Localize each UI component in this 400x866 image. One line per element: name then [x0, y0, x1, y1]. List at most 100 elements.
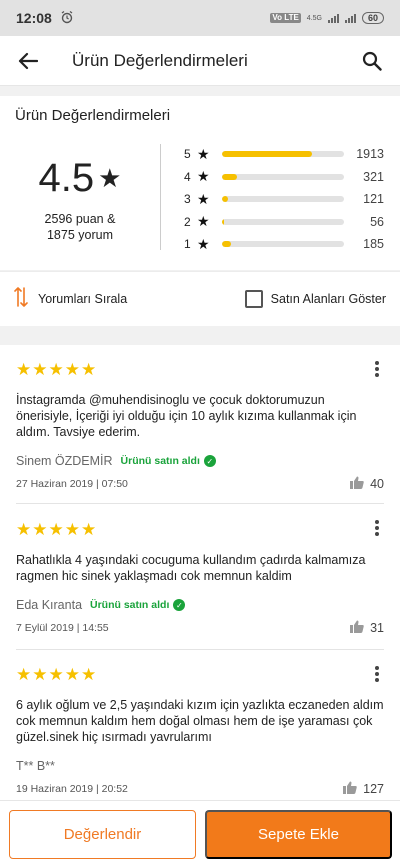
- review-card: ★★★★★ İnstagramda @muhendisinoglu ve çoc…: [16, 345, 384, 504]
- star-icon: ★: [197, 145, 210, 162]
- star-count: 56: [370, 214, 384, 229]
- summary-title: Ürün Değerlendirmeleri: [15, 107, 171, 124]
- filter-label: Satın Alanları Göster: [270, 292, 386, 306]
- star-level: 4: [184, 169, 191, 184]
- distribution-bar: [222, 241, 344, 248]
- review-meta: 7 Eylül 2019 | 14:55 31: [16, 620, 384, 636]
- review-stars: ★★★★★: [16, 360, 98, 379]
- page-title: Ürün Değerlendirmeleri: [72, 50, 248, 70]
- rating-summary: Ürün Değerlendirmeleri 4.5 ★ 2596 puan &…: [0, 96, 400, 270]
- buyers-only-checkbox[interactable]: [244, 290, 263, 308]
- review-meta: 27 Haziran 2019 | 07:50 40: [16, 476, 384, 492]
- review-list: ★★★★★ İnstagramda @muhendisinoglu ve çoc…: [0, 345, 400, 800]
- author-name: T** B**: [16, 759, 55, 773]
- average-block: 4.5 ★ 2596 puan & 1875 yorum: [0, 156, 160, 243]
- review-stars: ★★★★★: [16, 520, 98, 539]
- search-icon[interactable]: [358, 47, 386, 75]
- like-count: 31: [370, 621, 384, 635]
- divider: [160, 144, 161, 250]
- like-count: 127: [363, 782, 384, 796]
- star-count: 321: [363, 169, 384, 184]
- distribution-row: 3 ★ 121: [184, 188, 384, 211]
- distribution-fill: [222, 241, 231, 248]
- review-author: T** B**: [16, 759, 384, 773]
- average-value: 4.5: [38, 156, 95, 200]
- average-score: 4.5 ★: [39, 156, 122, 201]
- verified-label: Ürünü satın aldı: [90, 599, 170, 611]
- author-name: Sinem ÖZDEMİR: [16, 454, 113, 468]
- review-card: ★★★★★ Rahatlıkla 4 yaşındaki cocuguma ku…: [16, 504, 384, 650]
- arrow-left-icon[interactable]: [14, 47, 42, 75]
- review-date: 27 Haziran 2019 | 07:50: [16, 478, 128, 490]
- more-options-icon[interactable]: [370, 664, 384, 684]
- more-options-icon[interactable]: [370, 518, 384, 538]
- star-icon: ★: [197, 190, 210, 207]
- network-type: 4.5G: [306, 14, 322, 22]
- sort-label: Yorumları Sırala: [38, 292, 128, 306]
- buyers-only-filter[interactable]: Satın Alanları Göster: [244, 290, 386, 308]
- distribution-bar: [222, 173, 344, 180]
- review-text: Rahatlıkla 4 yaşındaki cocuguma kullandı…: [16, 553, 366, 583]
- check-circle-icon: ✓: [173, 599, 186, 611]
- star-level: 1: [184, 237, 191, 252]
- review-date: 7 Eylül 2019 | 14:55: [16, 622, 109, 634]
- like-button[interactable]: 127: [343, 781, 384, 797]
- star-count: 121: [363, 192, 384, 207]
- distribution-fill: [222, 151, 313, 158]
- thumbs-up-icon: [343, 781, 357, 797]
- distribution-bar: [222, 151, 344, 158]
- volte-badge: Vo LTE: [270, 13, 301, 23]
- check-circle-icon: ✓: [203, 455, 216, 467]
- star-count: 185: [363, 237, 384, 252]
- rating-distribution: 5 ★ 1913 4 ★ 321 3 ★ 121 2 ★ 56 1 ★ 185: [184, 143, 384, 256]
- battery-icon: 60: [361, 12, 384, 24]
- distribution-row: 5 ★ 1913: [184, 143, 384, 166]
- star-level: 5: [184, 147, 191, 162]
- review-controls: Yorumları Sırala Satın Alanları Göster: [0, 271, 400, 326]
- like-button[interactable]: 40: [350, 476, 384, 492]
- distribution-fill: [222, 196, 229, 203]
- reviews-count: 1875 yorum: [46, 228, 113, 242]
- thumbs-up-icon: [350, 476, 364, 492]
- bottom-action-bar: Değerlendir Sepete Ekle: [0, 800, 400, 866]
- distribution-row: 1 ★ 185: [184, 233, 384, 256]
- app-bar: Ürün Değerlendirmeleri: [0, 36, 400, 86]
- signal-icon: [327, 13, 339, 23]
- review-author: Eda Kıranta Ürünü satın aldı ✓: [16, 598, 384, 612]
- distribution-row: 2 ★ 56: [184, 211, 384, 234]
- star-icon: ★: [197, 168, 210, 185]
- status-time: 12:08: [16, 10, 52, 26]
- star-level: 3: [184, 192, 191, 207]
- star-count: 1913: [356, 147, 384, 162]
- like-button[interactable]: 31: [350, 620, 384, 636]
- sort-button[interactable]: Yorumları Sırala: [14, 286, 127, 313]
- review-meta: 19 Haziran 2019 | 20:52 127: [16, 781, 384, 797]
- sort-icon: [14, 286, 28, 313]
- star-level: 2: [184, 214, 191, 229]
- star-icon: ★: [197, 213, 210, 230]
- signal-icon-2: [344, 13, 356, 23]
- more-options-icon[interactable]: [370, 359, 384, 379]
- alarm-icon: [60, 10, 74, 27]
- thumbs-up-icon: [350, 620, 364, 636]
- review-date: 19 Haziran 2019 | 20:52: [16, 783, 128, 795]
- review-card: ★★★★★ 6 aylık oğlum ve 2,5 yaşındaki kız…: [16, 650, 384, 800]
- add-to-cart-button[interactable]: Sepete Ekle: [205, 810, 392, 859]
- ratings-count: 2596 puan &: [44, 212, 116, 226]
- distribution-row: 4 ★ 321: [184, 166, 384, 189]
- rating-counts: 2596 puan & 1875 yorum: [0, 211, 160, 243]
- like-count: 40: [370, 477, 384, 491]
- status-bar: 12:08 Vo LTE 4.5G 60: [0, 0, 400, 36]
- review-text: 6 aylık oğlum ve 2,5 yaşındaki kızım içi…: [16, 698, 384, 744]
- distribution-fill: [222, 173, 237, 180]
- author-name: Eda Kıranta: [16, 598, 83, 612]
- star-icon: ★: [197, 235, 210, 252]
- distribution-bar: [222, 196, 344, 203]
- review-author: Sinem ÖZDEMİR Ürünü satın aldı ✓: [16, 454, 384, 468]
- distribution-bar: [222, 218, 344, 225]
- review-text: İnstagramda @muhendisinoglu ve çocuk dok…: [16, 393, 357, 439]
- review-stars: ★★★★★: [16, 665, 98, 684]
- rate-button[interactable]: Değerlendir: [9, 810, 196, 859]
- distribution-fill: [222, 218, 225, 225]
- star-icon: ★: [98, 163, 122, 193]
